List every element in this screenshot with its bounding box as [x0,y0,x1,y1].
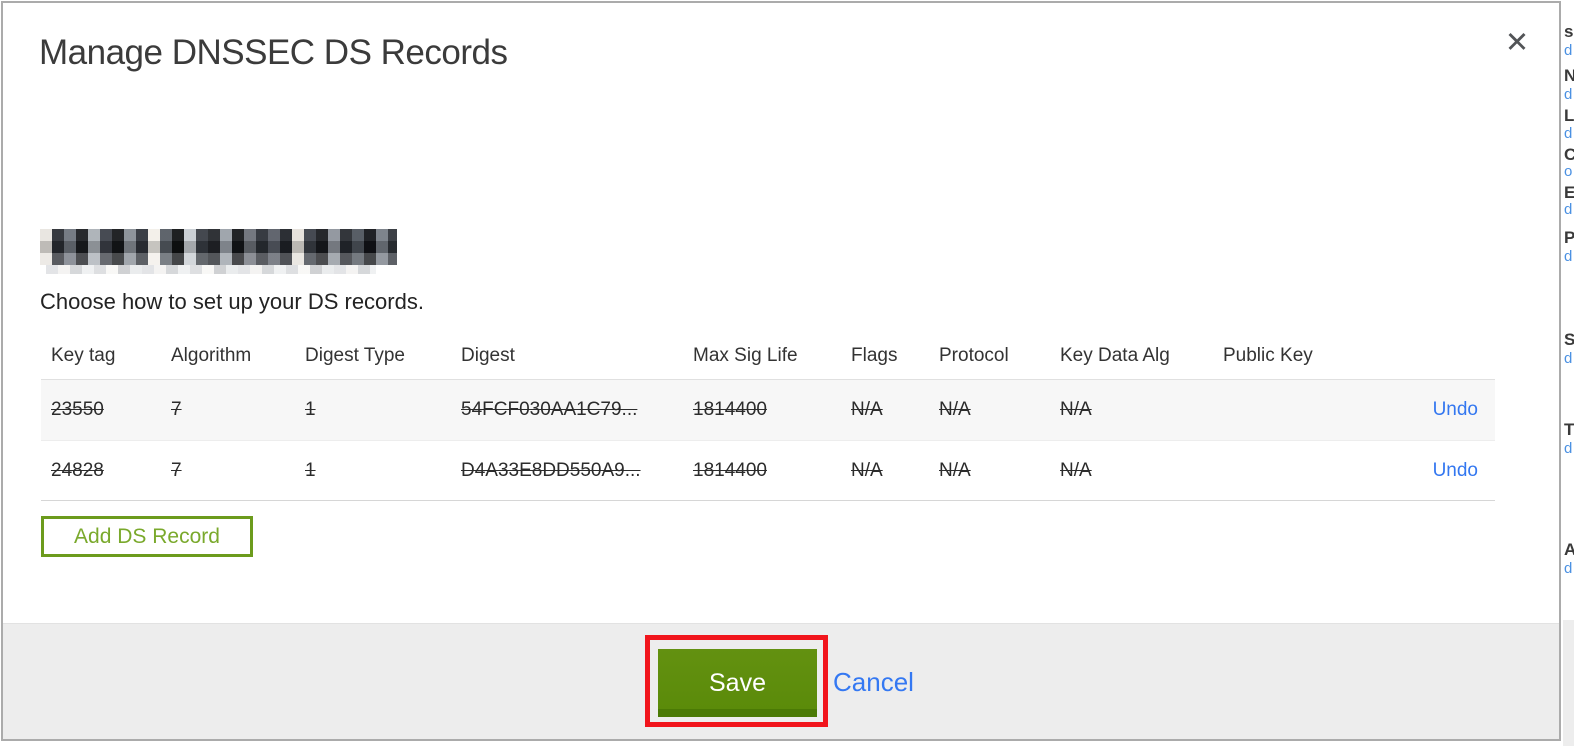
column-header-key-data-alg: Key Data Alg [1060,345,1170,366]
cell-actions: Undo [1403,399,1495,421]
background-sliver-footer [1563,620,1574,746]
background-glyph: d [1564,42,1573,59]
background-glyph: S [1564,330,1574,349]
cell-max-sig-life: 1814400 [693,459,767,481]
redacted-domain-shadow [46,265,376,274]
column-header-digest-type: Digest Type [305,345,405,366]
close-icon[interactable]: ✕ [1497,23,1537,63]
cell-max-sig-life: 1814400 [693,399,767,420]
column-header-flags: Flags [851,345,898,366]
background-glyph: d [1564,440,1573,457]
background-glyph: d [1564,86,1573,103]
undo-link[interactable]: Undo [1433,460,1478,481]
column-header-digest: Digest [461,345,515,366]
cell-digest-type: 1 [305,459,316,481]
background-glyph: d [1564,350,1573,367]
undo-link[interactable]: Undo [1433,399,1478,420]
background-glyph: N [1564,66,1574,85]
column-header-max-sig-life: Max Sig Life [693,345,798,366]
background-glyph: L [1564,106,1574,125]
cell-digest: 54FCF030AA1C79... [461,399,638,420]
redacted-domain-name [40,229,397,265]
column-header-protocol: Protocol [939,345,1009,366]
background-glyph: o [1564,163,1573,180]
cell-flags: N/A [851,399,883,420]
cell-protocol: N/A [939,459,971,481]
column-header-public-key: Public Key [1223,345,1313,366]
cell-digest: D4A33E8DD550A9... [461,459,641,481]
page-title: Manage DNSSEC DS Records [39,33,508,72]
cell-digest-type: 1 [305,399,316,420]
background-glyph: A [1564,540,1574,559]
background-page-sliver: sdNdLdCoEdPdSdTdAd [1563,0,1574,746]
add-ds-record-button[interactable]: Add DS Record [41,516,253,557]
save-button[interactable]: Save [658,649,817,717]
table-row: 23550 7 1 54FCF030AA1C79... 1814400 N/A … [41,379,1495,440]
cell-key-tag: 23550 [51,399,104,420]
screenshot-page: Manage DNSSEC DS Records ✕ Choose how to… [0,0,1574,746]
background-glyph: d [1564,560,1573,577]
cell-actions: Undo [1403,460,1495,482]
background-glyph: E [1564,183,1574,202]
cell-key-data-alg: N/A [1060,399,1092,420]
cell-algorithm: 7 [171,399,182,420]
ds-records-table: Key tag Algorithm Digest Type Digest Max… [41,333,1495,501]
manage-dnssec-modal: Manage DNSSEC DS Records ✕ Choose how to… [1,1,1561,741]
column-header-algorithm: Algorithm [171,345,252,366]
background-glyph: d [1564,125,1573,142]
cell-protocol: N/A [939,399,971,420]
column-header-key-tag: Key tag [51,345,116,366]
setup-instruction: Choose how to set up your DS records. [40,289,424,314]
cell-flags: N/A [851,459,883,481]
background-glyph: d [1564,248,1573,265]
table-header-row: Key tag Algorithm Digest Type Digest Max… [41,333,1495,379]
cell-key-tag: 24828 [51,459,104,481]
table-row: 24828 7 1 D4A33E8DD550A9... 1814400 N/A … [41,440,1495,501]
background-glyph: P [1564,228,1574,247]
background-glyph: C [1564,145,1574,164]
background-glyph: d [1564,201,1573,218]
cancel-link[interactable]: Cancel [833,667,914,698]
background-glyph: T [1564,420,1574,439]
cell-algorithm: 7 [171,459,182,481]
cell-key-data-alg: N/A [1060,459,1092,481]
background-glyph: s [1564,22,1574,41]
